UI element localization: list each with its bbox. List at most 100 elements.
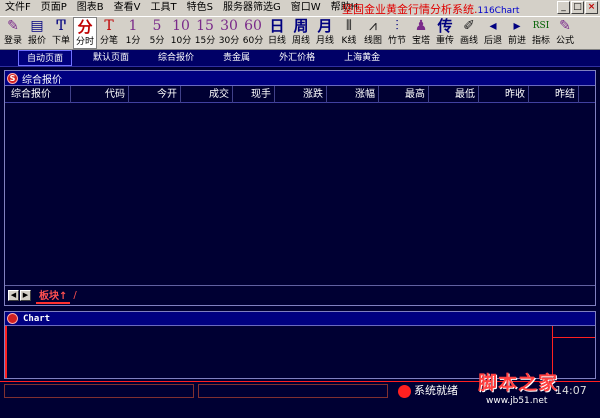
menu-tools[interactable]: 工具T (146, 0, 182, 16)
toolbar-button-draw-line[interactable]: ✐ 画线 (457, 17, 481, 49)
weekly-icon: 周 (293, 17, 309, 35)
toolbar-button-kline[interactable]: ⫴ K线 (337, 17, 361, 49)
menu-bar: 文件F 页面P 图表B 查看V 工具T 特色S 服务器筛选G 窗口W 帮助H 坚… (0, 0, 600, 16)
toolbar-button-line-chart[interactable]: ⩘ 线图 (361, 17, 385, 49)
minimize-icon[interactable]: _ (557, 1, 570, 14)
toolbar-button-5min[interactable]: 5 5分 (145, 17, 169, 49)
toolbar-label: 指标 (531, 36, 550, 46)
rebroadcast-icon: 传 (437, 17, 453, 35)
app-title-suffix: 116Chart (477, 6, 520, 16)
1min-icon: 1 (128, 18, 138, 34)
toolbar-button-order[interactable]: Ͳ 下单 (49, 17, 73, 49)
tab-precious-metals[interactable]: 贵金属 (215, 50, 258, 66)
col-header-high[interactable]: 最高 (379, 86, 429, 103)
scroll-right-icon[interactable]: ▶ (20, 290, 31, 301)
col-header-volume[interactable]: 成交 (181, 86, 233, 103)
toolbar-label: 后退 (483, 36, 502, 46)
toolbar-label: K线 (341, 36, 357, 46)
col-header-change[interactable]: 涨跌 (275, 86, 327, 103)
menu-page[interactable]: 页面P (36, 0, 72, 16)
window-controls: _ □ × (557, 1, 598, 14)
toolbar-button-back[interactable]: ◂ 后退 (481, 17, 505, 49)
toolbar-button-formula[interactable]: ✎ 公式 (553, 17, 577, 49)
watermark-url: www.jb51.net (486, 396, 548, 406)
toolbar-button-minute-chart[interactable]: 分分时 (73, 17, 97, 49)
toolbar-label: 日线 (267, 36, 286, 46)
15min-icon: 15 (196, 18, 214, 34)
toolbar-button-1min[interactable]: 1 1分 (121, 17, 145, 49)
col-header-change-pct[interactable]: 涨幅 (327, 86, 379, 103)
line-chart-icon: ⩘ (369, 18, 377, 34)
tab-default-page[interactable]: 默认页面 (85, 50, 137, 66)
toolbar-button-daily[interactable]: 日日线 (265, 17, 289, 49)
toolbar-button-indicator[interactable]: RSI 指标 (529, 17, 553, 49)
quote-table-header: 综合报价 代码 今开 成交 现手 涨跌 涨幅 最高 最低 昨收 昨结 (5, 86, 595, 103)
menu-file[interactable]: 文件F (0, 0, 36, 16)
col-header-prev-close[interactable]: 昨收 (479, 86, 529, 103)
close-icon[interactable]: × (585, 1, 598, 14)
toolbar-label: 报价 (27, 36, 46, 46)
minute-chart-icon: 分 (77, 18, 93, 36)
toolbar-button-forward[interactable]: ▸ 前进 (505, 17, 529, 49)
col-header-open[interactable]: 今开 (129, 86, 181, 103)
toolbar-label: 竹节 (387, 36, 406, 46)
toolbar-button-bamboo[interactable]: ⫶ 竹节 (385, 17, 409, 49)
monthly-icon: 月 (317, 17, 333, 35)
menu-features[interactable]: 特色S (182, 0, 218, 16)
scroll-left-icon[interactable]: ◀ (8, 290, 19, 301)
app-title-text: 坚固金业黄金行情分析系统. (342, 3, 478, 16)
toolbar-button-weekly[interactable]: 周周线 (289, 17, 313, 49)
toolbar-label: 宝塔 (411, 36, 430, 46)
toolbar-label: 周线 (291, 36, 310, 46)
col-header-low[interactable]: 最低 (429, 86, 479, 103)
toolbar-button-30min[interactable]: 30 30分 (217, 17, 241, 49)
toolbar-button-10min[interactable]: 10 10分 (169, 17, 193, 49)
toolbar: ✎ 登录 ▤ 报价 Ͳ 下单分分时 T 分笔 1 1分 5 5分 10 10分 15 15分 30 30分 60 60… (0, 16, 600, 50)
tab-composite-quote[interactable]: 综合报价 (150, 50, 202, 66)
formula-icon: ✎ (559, 18, 571, 34)
toolbar-button-tick[interactable]: T 分笔 (97, 17, 121, 49)
toolbar-button-60min[interactable]: 60 60分 (241, 17, 265, 49)
toolbar-button-monthly[interactable]: 月月线 (313, 17, 337, 49)
sector-tab[interactable]: 板块↑ (36, 287, 71, 304)
toolbar-label: 公式 (555, 36, 574, 46)
toolbar-button-login[interactable]: ✎ 登录 (1, 17, 25, 49)
menu-chart[interactable]: 图表B (72, 0, 109, 16)
toolbar-label: 前进 (507, 36, 526, 46)
menu-window[interactable]: 窗口W (286, 0, 326, 16)
status-section-1 (4, 384, 194, 398)
col-header-code[interactable]: 代码 (71, 86, 129, 103)
tab-auto-page[interactable]: 自动页面 (18, 50, 73, 66)
col-header-prev-settle[interactable]: 昨结 (529, 86, 579, 103)
panel-logo-icon: S (7, 72, 18, 84)
quote-table-body[interactable] (5, 104, 595, 286)
toolbar-label: 10分 (170, 36, 192, 46)
tab-forex-prices[interactable]: 外汇价格 (271, 50, 323, 66)
quote-panel: S 综合报价 综合报价 代码 今开 成交 现手 涨跌 涨幅 最高 最低 昨收 昨… (4, 70, 596, 306)
toolbar-label: 重传 (435, 36, 454, 46)
toolbar-label: 线图 (363, 36, 382, 46)
daily-icon: 日 (269, 17, 285, 35)
restore-icon[interactable]: □ (571, 1, 584, 14)
chart-logo-icon (7, 313, 18, 324)
tab-shanghai-gold[interactable]: 上海黄金 (336, 50, 388, 66)
page-tab-bar: 自动页面 默认页面 综合报价 贵金属 外汇价格 上海黄金 (0, 50, 600, 67)
col-header-current-lots[interactable]: 现手 (233, 86, 275, 103)
login-icon: ✎ (7, 18, 19, 34)
menu-view[interactable]: 查看V (109, 0, 146, 16)
toolbar-label: 画线 (459, 36, 478, 46)
toolbar-button-quote[interactable]: ▤ 报价 (25, 17, 49, 49)
toolbar-button-15min[interactable]: 15 15分 (193, 17, 217, 49)
sector-tab-separator: / (73, 290, 77, 301)
col-header-name[interactable]: 综合报价 (11, 86, 71, 103)
toolbar-label: 1分 (125, 36, 141, 46)
back-icon: ◂ (489, 18, 497, 34)
chart-divider-horizontal (553, 337, 595, 338)
toolbar-button-tower[interactable]: ♟ 宝塔 (409, 17, 433, 49)
indicator-icon: RSI (532, 21, 550, 31)
menu-server-filter[interactable]: 服务器筛选G (218, 0, 286, 16)
toolbar-label: 分笔 (99, 36, 118, 46)
app-title: 坚固金业黄金行情分析系统.116Chart (342, 1, 519, 17)
tower-icon: ♟ (414, 18, 428, 34)
toolbar-button-rebroadcast[interactable]: 传重传 (433, 17, 457, 49)
